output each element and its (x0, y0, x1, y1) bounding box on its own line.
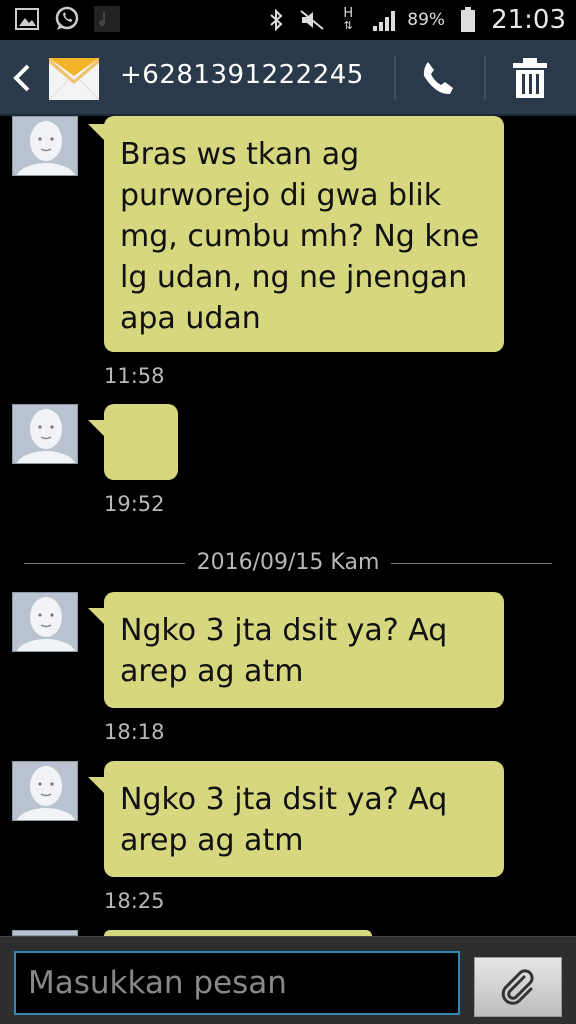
mute-icon (299, 7, 325, 33)
avatar[interactable] (12, 592, 78, 652)
signal-icon (371, 7, 397, 33)
back-icon (13, 64, 30, 92)
conversation-list[interactable]: Bras ws tkan ag purworejo di gwa blik mg… (0, 116, 576, 936)
clock: 21:03 (491, 5, 566, 35)
avatar[interactable] (12, 116, 78, 176)
back-button[interactable] (10, 62, 34, 94)
message-time: 11:58 (104, 364, 165, 388)
contact-avatar-icon (16, 597, 76, 651)
contact-avatar-icon (16, 409, 76, 463)
battery-percent: 89% (407, 10, 446, 30)
avatar[interactable] (12, 761, 78, 821)
battery-icon (455, 7, 481, 33)
paperclip-icon (501, 969, 534, 1005)
attach-button[interactable] (474, 957, 562, 1017)
whatsapp-icon (54, 6, 80, 32)
avatar[interactable] (12, 404, 78, 464)
date-label: 2016/09/15 Kam (184, 550, 392, 575)
message-input[interactable]: Masukkan pesan (14, 951, 460, 1015)
contact-number: +6281391222245 (120, 60, 364, 90)
delete-button[interactable] (508, 56, 552, 100)
hplus-data-icon: H ⇅ (343, 6, 354, 32)
music-icon (94, 6, 120, 32)
message-bubble[interactable]: Bras ws tkan ag purworejo di gwa blik mg… (104, 116, 504, 352)
call-icon (423, 62, 453, 95)
date-separator: 2016/09/15 Kam (0, 548, 576, 578)
delete-icon (513, 58, 547, 98)
message-bubble[interactable] (104, 404, 178, 480)
compose-bar: Masukkan pesan (0, 936, 576, 1024)
action-bar: +6281391222245 (0, 40, 576, 116)
call-button[interactable] (418, 58, 458, 98)
message-bubble[interactable]: Ngko 3 jta dsit ya? Aq arep ag atm (104, 592, 504, 708)
status-bar: H ⇅ 89% 21:03 (0, 0, 576, 40)
divider (484, 56, 486, 100)
message-bubble[interactable]: Ngko 3 jta dsit ya? Aq arep ag atm (104, 761, 504, 877)
message-time: 19:52 (104, 492, 165, 516)
message-time: 18:18 (104, 720, 165, 744)
contact-avatar-icon (16, 121, 76, 175)
envelope-icon (48, 54, 100, 104)
notification-icons (14, 6, 120, 32)
message-time: 18:25 (104, 889, 165, 913)
gallery-icon (14, 6, 40, 32)
contact-avatar-icon (16, 766, 76, 820)
bluetooth-icon (263, 7, 289, 33)
system-status: H ⇅ 89% 21:03 (263, 4, 566, 36)
divider (394, 56, 396, 100)
